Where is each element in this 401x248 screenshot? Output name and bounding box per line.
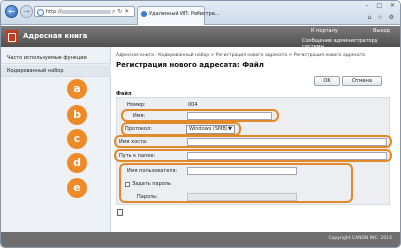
- forward-button[interactable]: →: [20, 5, 33, 18]
- back-button[interactable]: ←: [5, 5, 18, 18]
- app-title: Адресная книга: [23, 32, 88, 40]
- browser-toolbar: ← → http:// ⌕ ↻ ✕ Удаленный ИП: Регистра…: [1, 1, 400, 25]
- address-bar[interactable]: http:// ⌕ ↻ ✕: [34, 6, 135, 17]
- callout-badge-c: c: [67, 129, 87, 149]
- callout-ring-e: [119, 163, 353, 203]
- callout-ring-a: [121, 109, 279, 122]
- page-title: Регистрация нового адресата: Файл: [116, 61, 264, 69]
- address-bar-icons[interactable]: ⌕ ↻ ✕: [112, 8, 129, 16]
- browser-tab[interactable]: Удаленный ИП: Регистра... ✕: [137, 6, 220, 25]
- number-label: Номер:: [127, 102, 146, 108]
- tab-title: Удаленный ИП: Регистра...: [149, 11, 220, 17]
- address-book-icon: [5, 30, 18, 43]
- callout-ring-b: [121, 122, 241, 136]
- notes-icon[interactable]: [117, 209, 123, 216]
- copyright-text: Copyright CANON INC. 2014: [328, 236, 393, 241]
- logout-link[interactable]: Выход: [373, 28, 390, 34]
- callout-ring-d: [114, 149, 392, 162]
- app-header: Адресная книга К порталу Выход Сообщение…: [1, 26, 400, 50]
- ok-button[interactable]: OK: [314, 76, 340, 86]
- callout-badge-e: e: [67, 178, 87, 198]
- admin-message-link[interactable]: Сообщение администратору системы: [302, 38, 400, 50]
- tab-close-icon[interactable]: ✕: [196, 10, 201, 17]
- favicon-icon: [141, 11, 147, 17]
- number-value: 004: [188, 102, 198, 108]
- ie-icon: [37, 9, 44, 16]
- cancel-button[interactable]: Отмена: [342, 76, 382, 86]
- sidebar: Часто используемые функции Кодированный …: [1, 47, 111, 232]
- callout-badge-d: d: [67, 153, 87, 173]
- sidebar-item-favorites[interactable]: Часто используемые функции: [1, 52, 111, 64]
- window-controls[interactable]: – □ ✕: [365, 2, 398, 9]
- breadcrumb: Адресная книга : Кодированный набор > Ре…: [116, 53, 366, 58]
- footer: Copyright CANON INC. 2014: [1, 232, 400, 247]
- url-text: http://: [46, 9, 112, 15]
- callout-badge-a: a: [67, 79, 87, 99]
- redacted-url: [61, 9, 112, 14]
- browser-tools-icons[interactable]: ⌂ ☆ ⚙: [368, 14, 396, 21]
- callout-ring-c: [114, 135, 392, 148]
- sidebar-item-coded-dial[interactable]: Кодированный набор: [1, 65, 111, 77]
- callout-badge-b: b: [67, 105, 87, 125]
- portal-link[interactable]: К порталу: [311, 28, 338, 34]
- browser-window: ← → http:// ⌕ ↻ ✕ Удаленный ИП: Регистра…: [0, 0, 401, 248]
